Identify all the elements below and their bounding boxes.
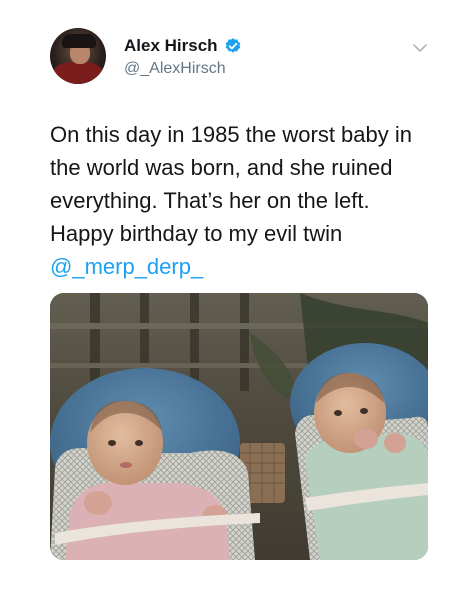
tweet-photo[interactable] — [50, 293, 428, 560]
baby-twins-photo — [50, 293, 428, 560]
mention-link[interactable]: @_merp_derp_ — [50, 250, 440, 283]
author-name-row[interactable]: Alex Hirsch — [124, 36, 242, 56]
tweet-text: On this day in 1985 the worst baby in th… — [50, 118, 440, 283]
tweet-card: Alex Hirsch @_AlexHirsch On this day in … — [0, 0, 474, 590]
tweet-text-line: Happy birthday to my evil twin — [50, 221, 343, 246]
tweet-text-line: the world was born, and she ruined — [50, 155, 393, 180]
tweet-text-line: On this day in 1985 the worst baby in — [50, 122, 412, 147]
author-display-name[interactable]: Alex Hirsch — [124, 36, 218, 56]
tweet-header: Alex Hirsch @_AlexHirsch — [50, 28, 440, 92]
chevron-down-icon[interactable] — [412, 40, 428, 56]
verified-badge-icon — [225, 38, 240, 53]
tweet-text-line: everything. That’s her on the left. — [50, 188, 370, 213]
author-avatar[interactable] — [50, 28, 106, 84]
author-handle[interactable]: @_AlexHirsch — [124, 60, 226, 78]
